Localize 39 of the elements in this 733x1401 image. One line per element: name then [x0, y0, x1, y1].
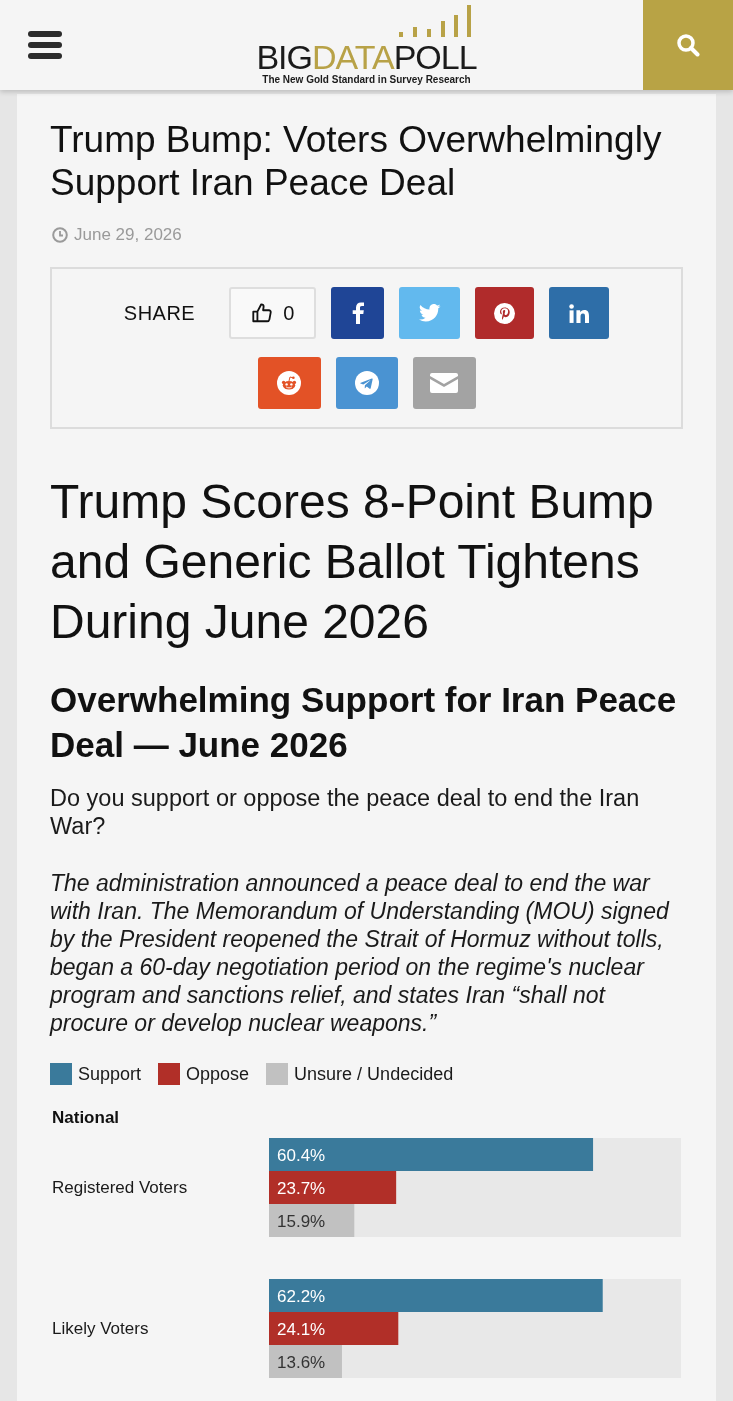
- category-label: Likely Voters: [51, 1317, 150, 1340]
- category-label: Registered Voters: [51, 1176, 189, 1199]
- menu-icon[interactable]: [28, 31, 62, 59]
- pinterest-icon: [494, 302, 516, 324]
- thumbs-up-icon: [251, 302, 274, 324]
- like-button[interactable]: 0: [229, 287, 317, 339]
- poll-question: Do you support or oppose the peace deal to end the Iran War?: [50, 784, 641, 840]
- share-button[interactable]: [549, 287, 610, 339]
- share-button[interactable]: [331, 287, 385, 339]
- legend-label: Unsure / Undecided: [294, 1063, 454, 1085]
- share-button[interactable]: [475, 287, 535, 339]
- share-button[interactable]: [257, 357, 321, 409]
- bar-value-label: 62.2%: [277, 1286, 326, 1306]
- logo-bars-icon: [398, 5, 471, 37]
- twitter-icon: [418, 304, 441, 322]
- bar-value-label: 24.1%: [277, 1319, 326, 1339]
- linkedin-icon: [569, 303, 590, 323]
- legend-label: Oppose: [186, 1063, 250, 1085]
- bar-value-label: 13.6%: [277, 1352, 326, 1372]
- legend-label: Support: [78, 1063, 142, 1085]
- section-heading: Overwhelming Support for Iran Peace Deal — June 2026: [50, 679, 678, 766]
- bar-value-label: 15.9%: [277, 1211, 326, 1231]
- logo-tagline: The New Gold Standard in Survey Research: [262, 74, 471, 86]
- search-icon: [676, 33, 700, 57]
- clock-icon: [52, 227, 68, 243]
- envelope-icon: [430, 373, 458, 393]
- bar-value-label: 60.4%: [277, 1145, 326, 1165]
- article-heading: Trump Scores 8-Point Bump and Generic Ballot Tightens During June 2026: [50, 474, 655, 650]
- logo-wordmark[interactable]: BIGDATAPOLL: [256, 40, 477, 74]
- question-description: The administration announced a peace deal to end the war with Iran. The Memorandum of Understanding (MOU) signed by the President reopened the Strait of Hormuz without tolls, began a 60-day negotiation period on the regime's nuclear program and sanctions relief, and states Iran “shall not procure or develop nuclear weapons.”: [50, 869, 671, 1037]
- search-button[interactable]: [643, 0, 733, 90]
- telegram-icon: [354, 371, 379, 395]
- reddit-icon: [277, 371, 301, 395]
- facebook-icon: [351, 302, 364, 324]
- chart-title: National: [51, 1107, 121, 1129]
- bar-value-label: 23.7%: [277, 1178, 326, 1198]
- post-date: June 29, 2026: [74, 224, 182, 246]
- share-label: SHARE: [123, 301, 196, 325]
- article-title: Trump Bump: Voters Overwhelmingly Support Iran Peace Deal: [50, 118, 663, 204]
